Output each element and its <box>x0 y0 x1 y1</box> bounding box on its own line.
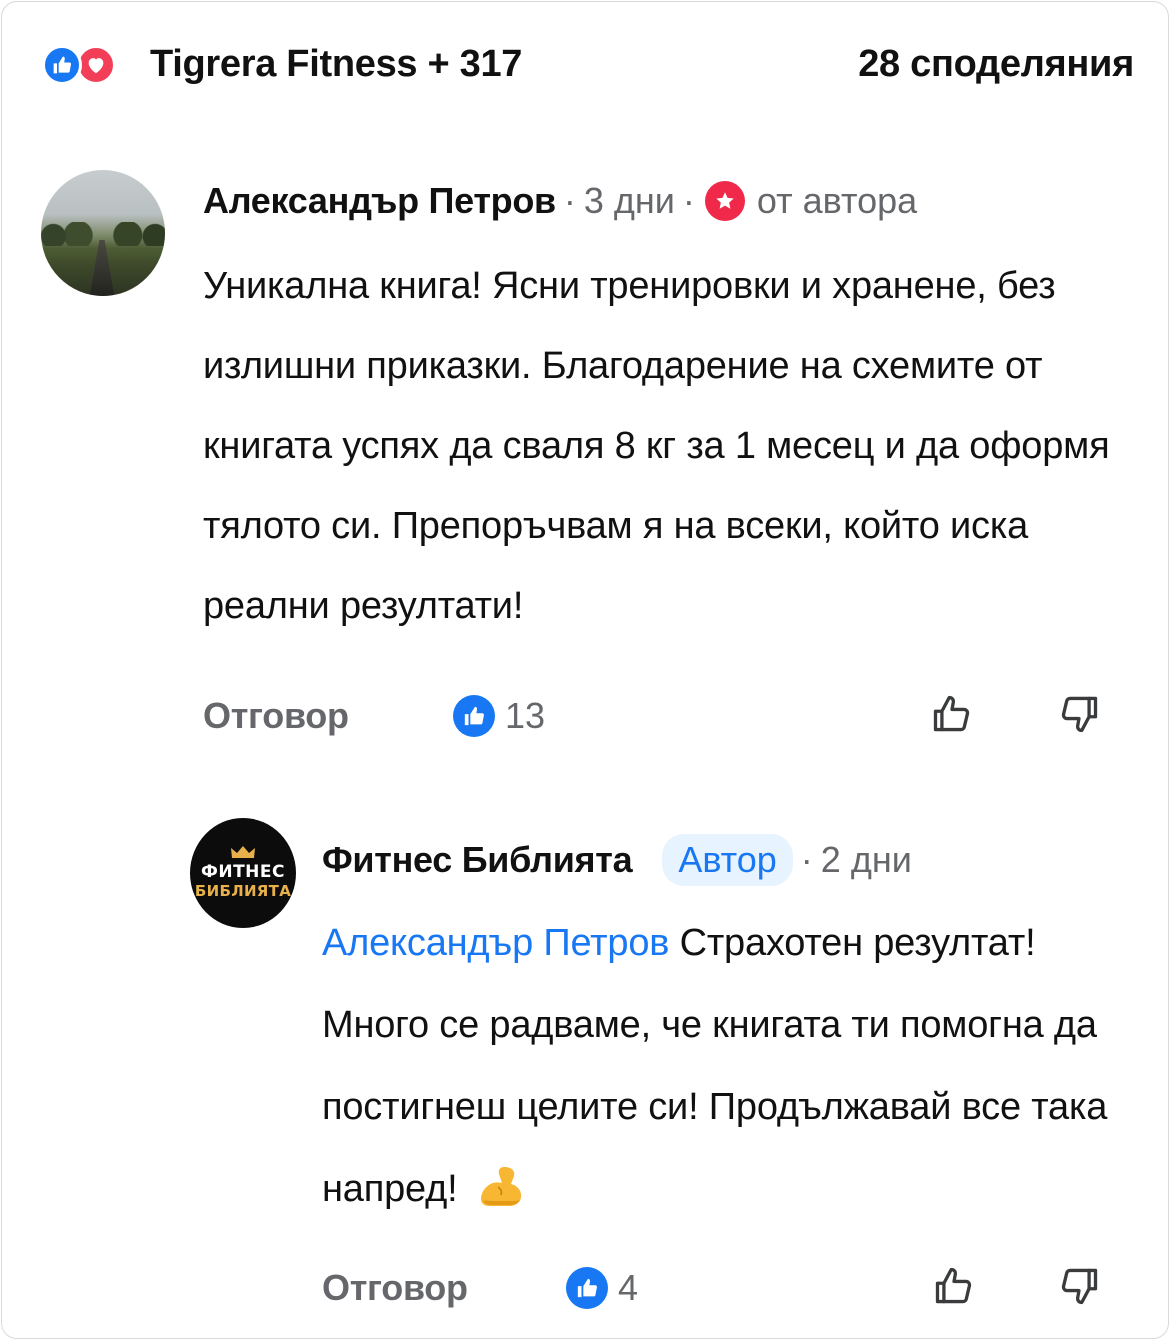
thumbs-up-icon <box>935 1267 972 1304</box>
reply-text-block: Александър Петров Страхотен резултат! Мн… <box>322 902 1122 1236</box>
star-badge-icon <box>704 181 745 221</box>
thumbs-up-icon <box>933 695 970 732</box>
like-count-value: 4 <box>618 1267 639 1308</box>
avatar-text-line1: ФИТНЕС <box>201 862 285 882</box>
comment-actions: Отговор <box>203 690 349 742</box>
page-avatar[interactable]: ФИТНЕС БИБЛИЯТА <box>190 818 296 928</box>
reply-button[interactable]: Отговор <box>322 1267 468 1309</box>
crown-icon <box>231 846 255 858</box>
reply-like-count[interactable]: 4 <box>566 1264 638 1312</box>
avatar-text-line2: БИБЛИЯТА <box>194 882 292 900</box>
flexed-biceps-icon <box>474 1154 524 1236</box>
comment-text: Уникална книга! Ясни тренировки и хранен… <box>203 265 1110 627</box>
like-count[interactable]: 13 <box>453 692 545 740</box>
comment-meta: Александър Петров · 3 дни · от автора <box>203 178 917 224</box>
comment-time[interactable]: 3 дни <box>584 178 675 224</box>
reaction-icons[interactable] <box>42 42 116 88</box>
upvote-button[interactable] <box>928 690 976 738</box>
reply-text: Страхотен резултат! Много се радваме, че… <box>322 922 1108 1210</box>
upvote-button[interactable] <box>930 1262 978 1310</box>
like-reaction-icon <box>42 45 82 85</box>
reply-actions: Отговор <box>322 1262 468 1314</box>
like-icon <box>453 695 495 737</box>
avatar[interactable] <box>41 170 165 296</box>
thumbs-down-icon <box>1061 696 1098 733</box>
love-reaction-icon <box>76 45 116 85</box>
badge-label: от автора <box>756 180 918 221</box>
thumbs-down-icon <box>1061 1268 1098 1305</box>
author-badge: Автор <box>662 834 793 886</box>
reactors-summary[interactable]: Tigrera Fitness + 317 <box>150 40 522 88</box>
shares-count[interactable]: 28 споделяния <box>858 40 1134 88</box>
comment-author-name[interactable]: Александър Петров <box>203 178 556 224</box>
reply-meta: Фитнес Библията Автор · 2 дни <box>322 834 912 886</box>
reply-author-name[interactable]: Фитнес Библията <box>322 837 633 883</box>
like-icon <box>566 1267 608 1309</box>
like-count-value: 13 <box>505 695 546 736</box>
reply-time[interactable]: 2 дни <box>821 837 912 883</box>
downvote-button[interactable] <box>1055 1262 1103 1310</box>
mention-link[interactable]: Александър Петров <box>322 922 669 964</box>
downvote-button[interactable] <box>1055 690 1103 738</box>
reply-button[interactable]: Отговор <box>203 695 349 737</box>
